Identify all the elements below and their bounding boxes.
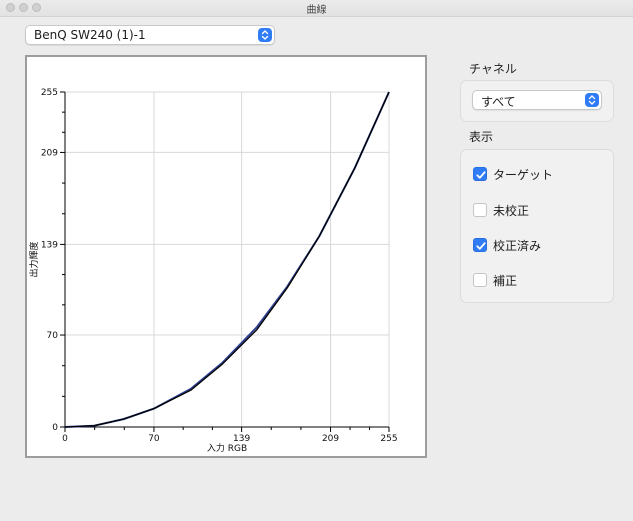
- y-tick-label: 255: [41, 88, 58, 98]
- checkbox-label: ターゲット: [493, 168, 554, 182]
- curve-line: [64, 91, 390, 428]
- y-tick-label: 209: [41, 148, 58, 158]
- device-select[interactable]: BenQ SW240 (1)-1: [25, 25, 275, 45]
- checkbox-icon[interactable]: [473, 238, 487, 252]
- title-bar: 曲線: [0, 0, 633, 17]
- chevron-updown-icon: [585, 93, 599, 107]
- window-title: 曲線: [306, 5, 327, 16]
- checkbox-label: 補正: [493, 274, 518, 288]
- channel-heading: チャネル: [469, 62, 517, 76]
- checkbox-label: 校正済み: [493, 239, 542, 253]
- checkbox-icon[interactable]: [473, 203, 487, 217]
- chevron-updown-icon: [258, 28, 272, 42]
- checkmark-icon: [476, 171, 486, 179]
- y-tick-label: 139: [41, 240, 58, 250]
- x-tick-label: 255: [380, 434, 397, 444]
- y-tick-label: 70: [47, 331, 59, 341]
- channel-select[interactable]: すべて: [472, 90, 602, 110]
- display-heading: 表示: [469, 130, 494, 144]
- x-tick-label: 70: [148, 434, 160, 444]
- curve-chart: 0 70 139 209 255 0 70 139 209 255 入力 RGB 出力輝度: [25, 55, 427, 458]
- curve-chart-svg: 0 70 139 209 255 0 70 139 209 255 入力 RGB 出力輝度: [28, 88, 398, 454]
- x-tick-label: 139: [233, 434, 250, 444]
- curve-line: [64, 91, 390, 428]
- x-tick-label: 209: [322, 434, 339, 444]
- checkmark-icon: [476, 242, 486, 250]
- x-tick-label: 0: [62, 434, 68, 444]
- checkbox-icon[interactable]: [473, 167, 487, 181]
- x-axis-title: 入力 RGB: [207, 442, 247, 454]
- y-tick-label: 0: [52, 423, 58, 433]
- channel-select-value: すべて: [481, 95, 516, 109]
- y-axis-title: 出力輝度: [28, 241, 40, 277]
- device-select-value: BenQ SW240 (1)-1: [34, 28, 146, 42]
- checkbox-label: 未校正: [493, 204, 530, 218]
- checkbox-icon[interactable]: [473, 273, 487, 287]
